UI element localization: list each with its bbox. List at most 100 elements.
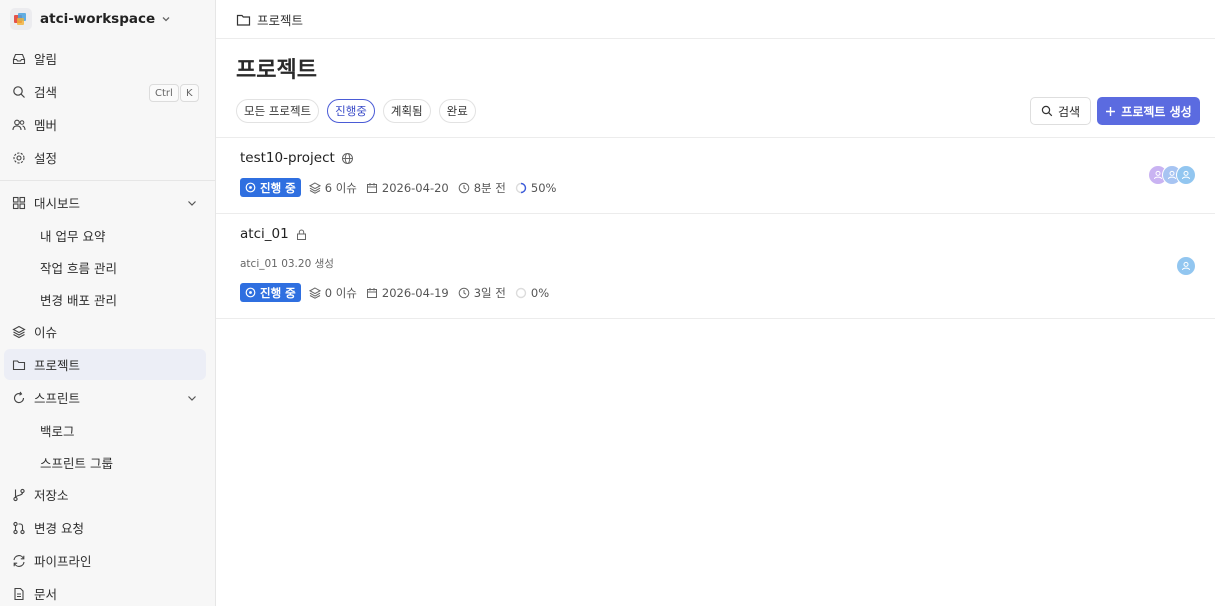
sidebar-item-members[interactable]: 멤버: [4, 109, 206, 140]
workspace-logo-icon: [10, 8, 32, 30]
calendar-icon: [366, 182, 378, 194]
sidebar-item-label: 설정: [34, 151, 58, 166]
create-project-label: 프로젝트 생성: [1121, 104, 1192, 119]
sidebar-subitem-backlog[interactable]: 백로그: [40, 420, 75, 440]
sidebar-item-projects[interactable]: 프로젝트: [4, 349, 206, 380]
chevron-down-icon[interactable]: [186, 197, 198, 209]
sidebar-item-change-requests[interactable]: 변경 요청: [4, 512, 206, 543]
status-badge[interactable]: 진행 중: [240, 178, 301, 197]
project-date: 2026-04-20: [366, 181, 449, 195]
date-label: 2026-04-20: [381, 180, 449, 195]
project-name-link[interactable]: test10-project: [240, 150, 354, 166]
sidebar-item-label: 검색: [34, 85, 58, 100]
issue-count: 6 이슈: [308, 180, 357, 196]
workspace-switcher[interactable]: atci-workspace: [10, 7, 171, 31]
status-label: 진행 중: [260, 180, 296, 195]
calendar-icon: [366, 287, 378, 299]
sidebar: atci-workspace 알림 검색 Ctrl K 멤버 설정 대시보드 내…: [0, 0, 216, 606]
member-avatars[interactable]: [1148, 165, 1196, 185]
filter-in-progress[interactable]: 진행중: [327, 99, 375, 123]
inbox-icon: [12, 52, 26, 66]
git-branch-icon: [12, 488, 26, 502]
users-icon: [12, 118, 26, 132]
sidebar-subitem-workflow[interactable]: 작업 흐름 관리: [40, 257, 117, 277]
progress-label: 0%: [530, 285, 550, 300]
search-icon: [12, 85, 26, 99]
sidebar-item-docs[interactable]: 문서: [4, 578, 206, 606]
status-label: 진행 중: [260, 285, 296, 300]
project-meta: 진행 중 0 이슈 2026-04-19 3일 전 0%: [240, 283, 558, 302]
avatar: [1176, 165, 1196, 185]
pull-request-icon: [12, 521, 26, 535]
updated-label: 3일 전: [473, 285, 506, 300]
lock-icon: [295, 228, 308, 241]
project-name: atci_01: [240, 226, 289, 242]
filter-planned[interactable]: 계획됨: [382, 99, 431, 123]
sidebar-item-label: 스프린트: [34, 391, 81, 406]
sidebar-item-pipelines[interactable]: 파이프라인: [4, 545, 206, 576]
progress-ring-icon: [515, 287, 527, 299]
filter-completed[interactable]: 완료: [438, 99, 476, 123]
create-project-button[interactable]: 프로젝트 생성: [1097, 97, 1200, 125]
project-updated: 8분 전: [458, 180, 506, 196]
main-content: 프로젝트 프로젝트 모든 프로젝트 진행중 계획됨 완료 검색 프로젝트 생성 …: [216, 0, 1215, 606]
sidebar-item-label: 알림: [34, 52, 58, 67]
issue-count-label: 6 이슈: [324, 180, 357, 195]
status-circle-icon: [245, 287, 256, 298]
list-divider: [216, 213, 1215, 214]
sidebar-item-sprints[interactable]: 스프린트: [4, 382, 206, 413]
refresh-icon: [12, 554, 26, 568]
list-divider: [216, 318, 1215, 319]
clock-icon: [458, 287, 470, 299]
chevron-down-icon: [161, 14, 171, 24]
sidebar-subitem-deploy[interactable]: 변경 배포 관리: [40, 289, 117, 309]
cycle-icon: [12, 391, 26, 405]
layers-icon: [308, 181, 321, 194]
sidebar-divider: [0, 180, 215, 181]
sidebar-item-repositories[interactable]: 저장소: [4, 479, 206, 510]
gear-icon: [12, 151, 26, 165]
sidebar-item-dashboard[interactable]: 대시보드: [4, 187, 206, 218]
sidebar-subitem-sprint-group[interactable]: 스프린트 그룹: [40, 452, 113, 472]
project-name: test10-project: [240, 150, 335, 166]
sidebar-subitem-my-work[interactable]: 내 업무 요약: [40, 225, 105, 245]
header-divider: [216, 38, 1215, 39]
shortcut-ctrl-key: Ctrl: [149, 84, 179, 102]
search-icon: [1041, 105, 1053, 117]
status-circle-icon: [245, 182, 256, 193]
search-button-label: 검색: [1057, 104, 1081, 119]
project-date: 2026-04-19: [366, 286, 449, 300]
member-avatars[interactable]: [1176, 256, 1196, 276]
sidebar-item-issues[interactable]: 이슈: [4, 316, 206, 347]
issue-count-label: 0 이슈: [324, 285, 357, 300]
layers-icon: [12, 325, 26, 339]
search-button[interactable]: 검색: [1030, 97, 1091, 125]
sidebar-item-notifications[interactable]: 알림: [4, 43, 206, 74]
plus-icon: [1105, 106, 1116, 117]
chevron-down-icon[interactable]: [186, 392, 198, 404]
sidebar-item-settings[interactable]: 설정: [4, 142, 206, 173]
project-progress: 0%: [515, 286, 549, 300]
breadcrumb-label: 프로젝트: [257, 13, 304, 28]
sidebar-item-label: 저장소: [34, 488, 69, 503]
layers-icon: [308, 286, 321, 299]
project-meta: 진행 중 6 이슈 2026-04-20 8분 전 50%: [240, 178, 565, 197]
globe-icon: [341, 152, 354, 165]
shortcut-k-key: K: [180, 84, 199, 102]
project-filters: 모든 프로젝트 진행중 계획됨 완료: [236, 99, 476, 123]
sidebar-item-label: 멤버: [34, 118, 58, 133]
progress-ring-icon: [515, 182, 527, 194]
issue-count: 0 이슈: [308, 285, 357, 301]
sidebar-item-label: 대시보드: [34, 196, 81, 211]
filter-all-projects[interactable]: 모든 프로젝트: [236, 99, 320, 123]
project-progress: 50%: [515, 181, 556, 195]
project-name-link[interactable]: atci_01: [240, 226, 308, 242]
sidebar-item-search[interactable]: 검색 Ctrl K: [4, 76, 206, 107]
grid-icon: [12, 196, 26, 210]
sidebar-item-label: 이슈: [34, 325, 58, 340]
document-icon: [12, 587, 26, 601]
project-updated: 3일 전: [458, 285, 506, 301]
sidebar-item-label: 파이프라인: [34, 554, 92, 569]
breadcrumb[interactable]: 프로젝트: [236, 10, 303, 29]
status-badge[interactable]: 진행 중: [240, 283, 301, 302]
